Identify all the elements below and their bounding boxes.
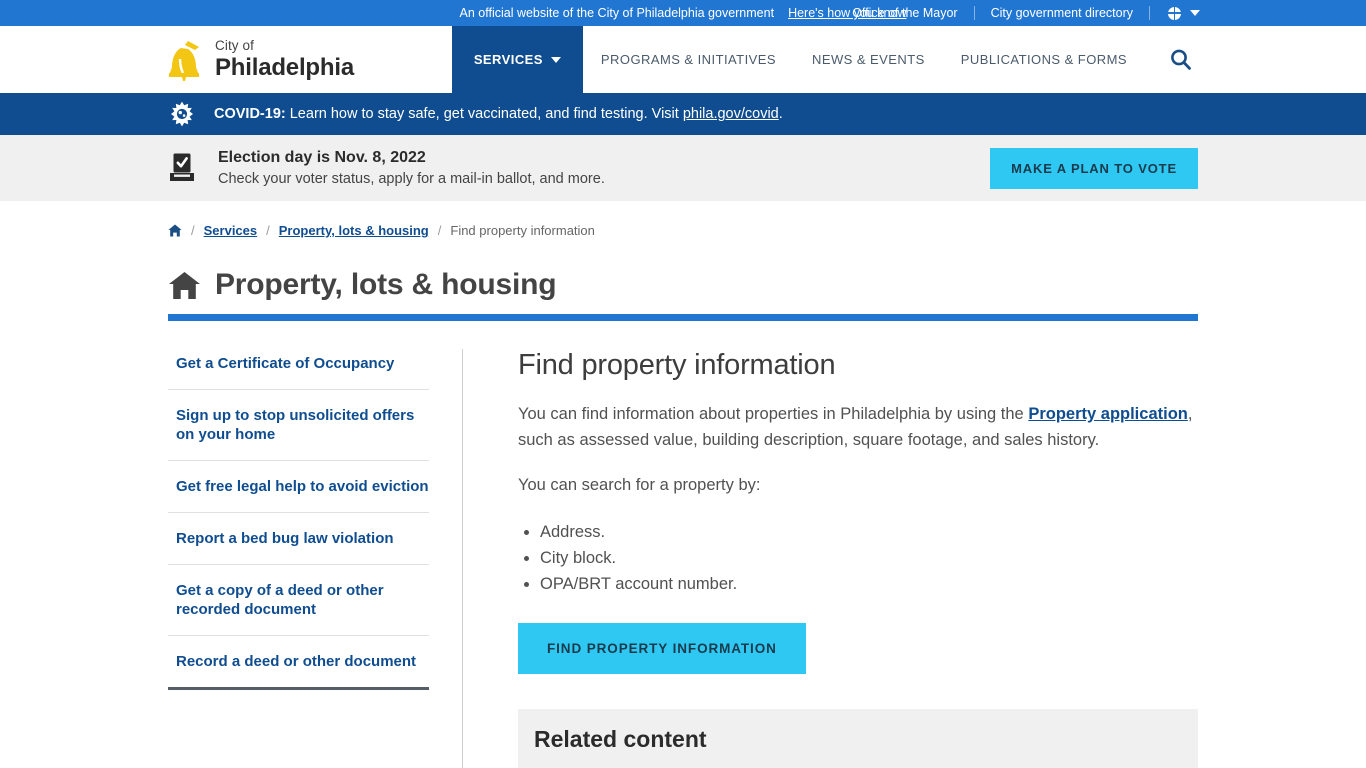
election-title: Election day is Nov. 8, 2022: [218, 149, 426, 166]
search-options-list: Address. City block. OPA/BRT account num…: [540, 519, 1198, 597]
main-content: Find property information You can find i…: [463, 349, 1198, 768]
related-content-section: Related content: [518, 708, 1198, 768]
breadcrumb: / Services / Property, lots & housing / …: [168, 223, 1198, 238]
breadcrumb-separator: /: [437, 223, 442, 238]
chevron-down-icon: [550, 56, 561, 63]
covid-period: .: [778, 106, 783, 122]
covid-link[interactable]: phila.gov/covid: [683, 106, 779, 122]
intro-paragraph: You can find information about propertie…: [518, 402, 1198, 453]
official-website-bar: An official website of the City of Phila…: [0, 0, 1366, 26]
search-lead-text: You can search for a property by:: [518, 476, 761, 495]
brand-name-label: Philadelphia: [215, 53, 354, 81]
ballot-box-icon: [170, 153, 194, 181]
covid-body: Learn how to stay safe, get vaccinated, …: [285, 106, 683, 122]
breadcrumb-region: / Services / Property, lots & housing / …: [0, 201, 1366, 238]
search-button[interactable]: [1145, 26, 1198, 93]
page-root: An official website of the City of Phila…: [0, 0, 1366, 768]
nav-item-services[interactable]: SERVICES: [451, 26, 583, 93]
sidebar-item-free-legal-help-eviction[interactable]: Get free legal help to avoid eviction: [168, 461, 429, 514]
sidebar-item-certificate-of-occupancy[interactable]: Get a Certificate of Occupancy: [168, 349, 429, 391]
brand-city-label: City of: [215, 38, 254, 54]
official-bar-links: Office of the Mayor City government dire…: [836, 6, 1366, 20]
find-property-information-button[interactable]: FIND PROPERTY INFORMATION: [518, 622, 806, 674]
main-heading: Find property information: [518, 349, 836, 381]
make-a-plan-to-vote-button[interactable]: MAKE A PLAN TO VOTE: [990, 147, 1198, 189]
official-notice-text: An official website of the City of Phila…: [459, 6, 775, 20]
sidebar-item-bed-bug-law-violation[interactable]: Report a bed bug law violation: [168, 513, 429, 566]
sidebar-item-copy-of-deed[interactable]: Get a copy of a deed or other recorded d…: [168, 565, 429, 637]
property-application-link[interactable]: Property application: [1028, 405, 1188, 423]
election-subtitle: Check your voter status, apply for a mai…: [218, 171, 605, 187]
globe-icon: [1168, 6, 1181, 20]
office-of-the-mayor-link[interactable]: Office of the Mayor: [836, 6, 973, 20]
covid-alert-banner: COVID-19: Learn how to stay safe, get va…: [0, 93, 1366, 135]
house-icon: [169, 271, 200, 299]
page-title-rule: [168, 314, 1198, 321]
sidebar-item-record-a-deed[interactable]: Record a deed or other document: [168, 636, 429, 691]
page-header: Property, lots & housing: [0, 238, 1366, 321]
brand-text: City of Philadelphia: [215, 39, 354, 80]
chevron-down-icon: [1190, 10, 1200, 16]
content-columns: Get a Certificate of Occupancy Sign up t…: [0, 349, 1366, 768]
nav-item-news-events[interactable]: NEWS & EVENTS: [794, 26, 943, 93]
sidebar-item-stop-unsolicited-offers[interactable]: Sign up to stop unsolicited offers on yo…: [168, 390, 429, 461]
nav-item-services-label: SERVICES: [473, 52, 543, 67]
breadcrumb-separator: /: [191, 223, 195, 238]
breadcrumb-separator: /: [266, 223, 270, 238]
liberty-bell-icon: [169, 40, 199, 81]
city-government-directory-link[interactable]: City government directory: [975, 6, 1149, 20]
related-content-heading: Related content: [534, 725, 707, 752]
virus-icon: [171, 101, 193, 127]
nav-item-publications-forms[interactable]: PUBLICATIONS & FORMS: [943, 26, 1145, 93]
covid-label: COVID-19:: [214, 106, 286, 122]
election-alert-banner: Election day is Nov. 8, 2022 Check your …: [0, 135, 1366, 201]
list-item: OPA/BRT account number.: [540, 571, 1198, 597]
home-icon[interactable]: [168, 224, 182, 237]
breadcrumb-item-current: Find property information: [450, 223, 595, 238]
covid-alert-text: COVID-19: Learn how to stay safe, get va…: [214, 106, 783, 122]
sidebar-nav: Get a Certificate of Occupancy Sign up t…: [168, 349, 463, 768]
language-selector[interactable]: [1150, 6, 1200, 20]
search-icon: [1171, 49, 1191, 70]
main-navigation: SERVICES PROGRAMS & INITIATIVES NEWS & E…: [451, 26, 1198, 93]
list-item: Address.: [540, 519, 1198, 545]
page-title: Property, lots & housing: [215, 268, 557, 301]
page-title-row: Property, lots & housing: [168, 268, 1198, 302]
site-masthead: City of Philadelphia SERVICES PROGRAMS &…: [0, 26, 1366, 93]
site-logo-link[interactable]: City of Philadelphia: [168, 26, 354, 93]
election-alert-text: Election day is Nov. 8, 2022 Check your …: [218, 149, 605, 187]
list-item: City block.: [540, 545, 1198, 571]
intro-text-part1: You can find information about propertie…: [518, 405, 1029, 423]
breadcrumb-item-property-lots-housing[interactable]: Property, lots & housing: [279, 223, 429, 238]
nav-item-programs-initiatives[interactable]: PROGRAMS & INITIATIVES: [583, 26, 794, 93]
breadcrumb-item-services[interactable]: Services: [204, 223, 258, 238]
